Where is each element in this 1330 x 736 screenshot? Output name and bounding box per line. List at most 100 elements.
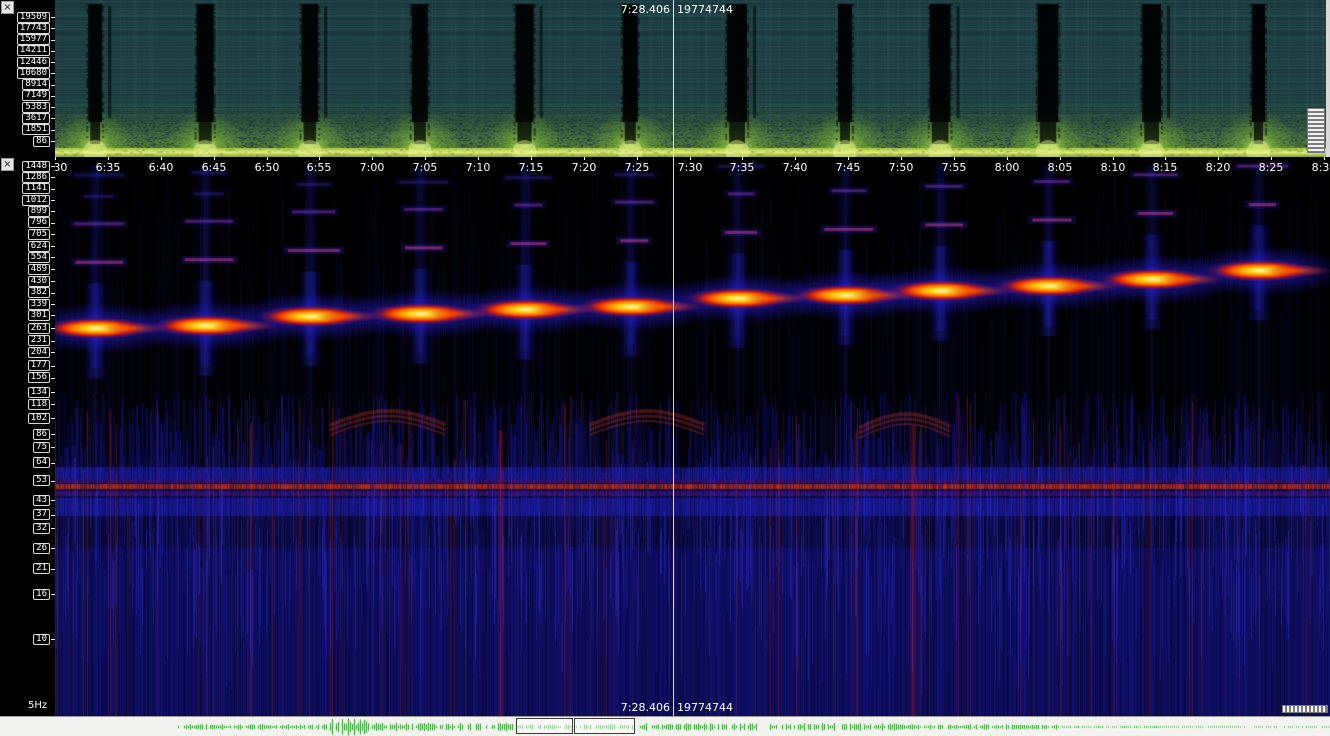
freq-label-301: 301 — [28, 310, 50, 321]
spectrogram-canvas-main[interactable] — [0, 157, 1330, 716]
close-pane-main-button[interactable]: × — [1, 158, 14, 171]
time-tick — [584, 157, 585, 160]
freq-tick — [51, 189, 55, 190]
freq-min-label: 5Hz — [28, 700, 47, 711]
time-label-7:10: 7:10 — [466, 161, 491, 174]
freq-label-430: 430 — [28, 276, 50, 287]
freq-label-899: 899 — [28, 206, 50, 217]
freq-tick — [51, 594, 55, 595]
freq-label-102: 102 — [28, 413, 50, 424]
freq-tick — [51, 234, 55, 235]
time-label-7:35: 7:35 — [730, 161, 755, 174]
freq-tick — [51, 107, 55, 108]
freq-label-10: 10 — [33, 634, 50, 645]
playback-cursor — [673, 0, 674, 716]
freq-label-43: 43 — [33, 495, 50, 506]
time-tick — [372, 157, 373, 160]
time-label-7:40: 7:40 — [783, 161, 808, 174]
freq-label-339: 339 — [28, 299, 50, 310]
freq-tick — [51, 40, 55, 41]
freq-tick — [51, 447, 55, 448]
time-label-7:30: 7:30 — [678, 161, 703, 174]
time-tick — [108, 157, 109, 160]
time-label-7:00: 7:00 — [360, 161, 385, 174]
freq-tick — [51, 304, 55, 305]
freq-tick — [51, 463, 55, 464]
freq-label-1012: 1012 — [22, 195, 50, 206]
time-label-7:20: 7:20 — [572, 161, 597, 174]
scrollbar-track[interactable] — [1326, 0, 1330, 157]
time-label-7:05: 7:05 — [413, 161, 438, 174]
time-tick — [1271, 157, 1272, 160]
freq-label-1448: 1448 — [22, 161, 50, 172]
freq-label-21: 21 — [33, 563, 50, 574]
freq-label-19509: 19509 — [17, 12, 50, 23]
freq-label-382: 382 — [28, 287, 50, 298]
freq-label-204: 204 — [28, 347, 50, 358]
freq-label-8914: 8914 — [22, 79, 50, 90]
freq-tick — [51, 257, 55, 258]
time-tick — [1007, 157, 1008, 160]
view-region-box[interactable] — [516, 718, 573, 734]
freq-label-1851: 1851 — [22, 124, 50, 135]
freq-label-263: 263 — [28, 323, 50, 334]
freq-tick — [51, 328, 55, 329]
freq-tick — [51, 200, 55, 201]
freq-tick — [51, 404, 55, 405]
freq-tick — [51, 434, 55, 435]
freq-tick — [51, 17, 55, 18]
freq-tick — [51, 352, 55, 353]
freq-label-177: 177 — [28, 360, 50, 371]
freq-label-705: 705 — [28, 229, 50, 240]
freq-tick — [51, 118, 55, 119]
freq-tick — [51, 85, 55, 86]
cursor-frame-label: 19774744 — [677, 701, 733, 714]
close-pane-top-button[interactable]: × — [1, 1, 14, 14]
view-region-box[interactable] — [574, 718, 635, 734]
time-label-6:40: 6:40 — [149, 161, 174, 174]
time-label-8:10: 8:10 — [1101, 161, 1126, 174]
freq-tick — [51, 569, 55, 570]
freq-label-3617: 3617 — [22, 113, 50, 124]
pane-overview-spectrogram: 1950917743159771421112446106808914714953… — [0, 0, 1330, 157]
freq-label-26: 26 — [33, 543, 50, 554]
time-tick — [161, 157, 162, 160]
time-label-6:55: 6:55 — [307, 161, 332, 174]
time-label-8:15: 8:15 — [1153, 161, 1178, 174]
freq-tick — [51, 366, 55, 367]
freq-label-1286: 1286 — [22, 172, 50, 183]
freq-label-796: 796 — [28, 217, 50, 228]
time-tick — [742, 157, 743, 160]
freq-label-624: 624 — [28, 241, 50, 252]
freq-tick — [51, 528, 55, 529]
time-tick — [795, 157, 796, 160]
freq-label-10680: 10680 — [17, 68, 50, 79]
time-label-7:15: 7:15 — [519, 161, 544, 174]
freq-label-53: 53 — [33, 475, 50, 486]
cursor-frame-label: 19774744 — [677, 3, 733, 16]
time-tick — [637, 157, 638, 160]
freq-tick — [51, 515, 55, 516]
horizontal-zoom-wheel[interactable] — [1282, 705, 1328, 713]
time-tick — [954, 157, 955, 160]
time-label-8:30: 8:30 — [1312, 161, 1330, 174]
time-tick — [1324, 157, 1325, 160]
time-tick — [531, 157, 532, 160]
freq-tick — [51, 96, 55, 97]
time-tick — [1218, 157, 1219, 160]
freq-tick — [51, 141, 55, 142]
freq-label-15977: 15977 — [17, 34, 50, 45]
vertical-zoom-wheel[interactable] — [1307, 108, 1325, 153]
time-tick — [901, 157, 902, 160]
freq-tick — [51, 73, 55, 74]
freq-tick — [51, 392, 55, 393]
time-tick — [425, 157, 426, 160]
freq-tick — [51, 62, 55, 63]
time-label-7:55: 7:55 — [942, 161, 967, 174]
freq-label-231: 231 — [28, 335, 50, 346]
overview-waveform-canvas[interactable] — [0, 717, 1330, 736]
overview-panner[interactable] — [0, 716, 1330, 736]
spectrogram-canvas-top[interactable] — [0, 0, 1330, 157]
time-tick — [214, 157, 215, 160]
time-tick — [1165, 157, 1166, 160]
